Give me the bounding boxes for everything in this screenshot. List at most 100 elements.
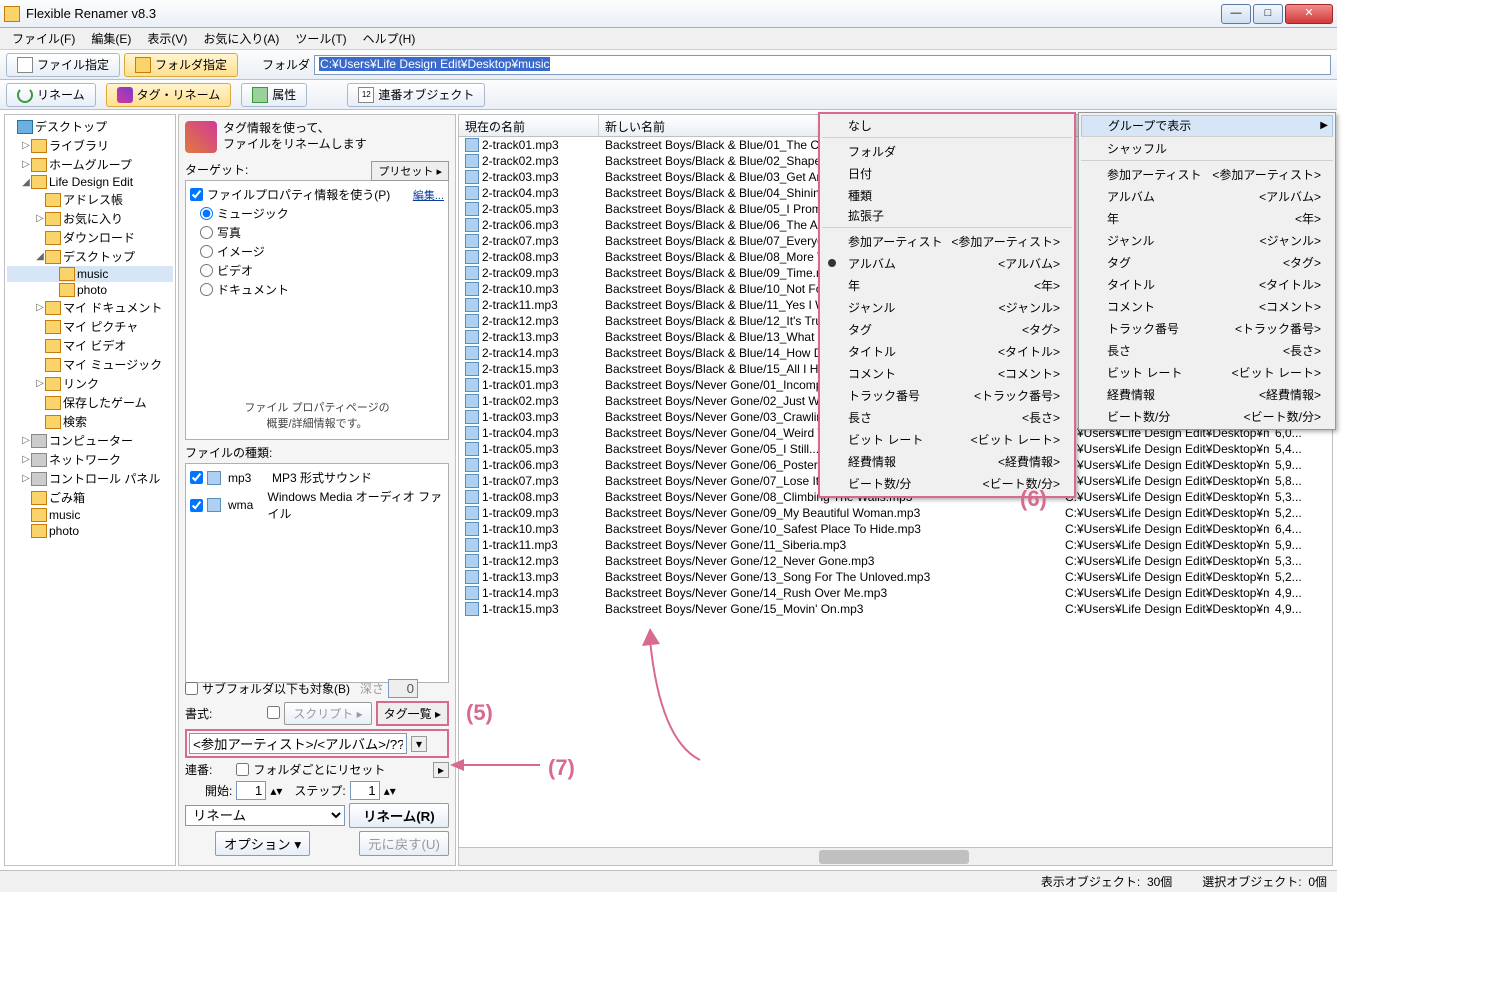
subfolder-checkbox[interactable] [185, 682, 198, 695]
depth-input[interactable] [388, 679, 418, 698]
tree-item[interactable]: ▷コントロール パネル [7, 469, 173, 488]
menu-file[interactable]: ファイル(F) [4, 28, 83, 49]
context-menu-group[interactable]: なしフォルダ日付種類拡張子参加アーティスト<参加アーティスト>アルバム<アルバム… [818, 112, 1076, 498]
tree-item[interactable]: ◢デスクトップ [7, 247, 173, 266]
rename-mode-button[interactable]: リネーム [6, 83, 96, 107]
tree-item[interactable]: ▷コンピューター [7, 431, 173, 450]
folder-spec-button[interactable]: フォルダ指定 [124, 53, 238, 77]
tree-item[interactable]: photo [7, 282, 173, 298]
menu-item[interactable]: ビット レート<ビット レート> [1081, 361, 1333, 383]
menu-view[interactable]: 表示(V) [139, 28, 195, 49]
menu-item[interactable]: 経費情報<経費情報> [1081, 383, 1333, 405]
folder-tree[interactable]: デスクトップ▷ライブラリ▷ホームグループ◢Life Design Editアドレ… [4, 114, 176, 866]
target-radio[interactable] [200, 264, 213, 277]
filetype-checkbox[interactable] [190, 499, 203, 512]
script-button[interactable]: スクリプト ▸ [284, 702, 371, 725]
menu-tool[interactable]: ツール(T) [287, 28, 354, 49]
menu-item[interactable]: 参加アーティスト<参加アーティスト> [1081, 163, 1333, 185]
menu-item[interactable]: 参加アーティスト<参加アーティスト> [822, 230, 1072, 252]
context-submenu-group[interactable]: グループで表示▶シャッフル参加アーティスト<参加アーティスト>アルバム<アルバム… [1078, 112, 1336, 430]
tree-item[interactable]: ▷ライブラリ [7, 136, 173, 155]
tree-item[interactable]: ▷ホームグループ [7, 155, 173, 174]
menu-item[interactable]: シャッフル [1081, 139, 1333, 161]
undo-button[interactable]: 元に戻す(U) [359, 831, 449, 856]
tree-item[interactable]: デスクトップ [7, 117, 173, 136]
file-row[interactable]: 1-track10.mp3Backstreet Boys/Never Gone/… [459, 521, 1332, 537]
menu-item[interactable]: 年<年> [1081, 207, 1333, 229]
preset-button[interactable]: プリセット ▸ [371, 161, 449, 181]
tree-item[interactable]: 保存したゲーム [7, 393, 173, 412]
menu-item[interactable]: ジャンル<ジャンル> [822, 296, 1072, 318]
rename-button[interactable]: リネーム(R) [349, 803, 449, 828]
menu-item[interactable]: トラック番号<トラック番号> [822, 384, 1072, 406]
tree-item[interactable]: アドレス帳 [7, 190, 173, 209]
rename-mode-select[interactable]: リネーム [185, 805, 345, 826]
menu-item[interactable]: フォルダ [822, 140, 1072, 162]
target-radio[interactable] [200, 245, 213, 258]
menu-item[interactable]: タイトル<タイトル> [1081, 273, 1333, 295]
tree-item[interactable]: ▷お気に入り [7, 209, 173, 228]
file-row[interactable]: 1-track14.mp3Backstreet Boys/Never Gone/… [459, 585, 1332, 601]
format-input[interactable] [189, 733, 407, 754]
target-radio[interactable] [200, 226, 213, 239]
target-radio[interactable] [200, 283, 213, 296]
folder-path-input[interactable]: C:¥Users¥Life Design Edit¥Desktop¥music [314, 55, 1331, 75]
file-row[interactable]: 1-track11.mp3Backstreet Boys/Never Gone/… [459, 537, 1332, 553]
attr-mode-button[interactable]: 属性 [241, 83, 307, 107]
menu-item[interactable]: 経費情報<経費情報> [822, 450, 1072, 472]
seq-obj-button[interactable]: 12連番オブジェクト [347, 83, 485, 107]
maximize-button[interactable]: □ [1253, 4, 1283, 24]
tag-list-button[interactable]: タグ一覧 ▸ [376, 701, 449, 726]
tree-item[interactable]: music [7, 266, 173, 282]
file-row[interactable]: 1-track13.mp3Backstreet Boys/Never Gone/… [459, 569, 1332, 585]
step-input[interactable] [350, 781, 380, 800]
format-dropdown-button[interactable]: ▾ [411, 736, 427, 752]
menu-item[interactable]: ジャンル<ジャンル> [1081, 229, 1333, 251]
menu-item[interactable]: タグ<タグ> [822, 318, 1072, 340]
tree-item[interactable]: マイ ビデオ [7, 336, 173, 355]
file-row[interactable]: 1-track09.mp3Backstreet Boys/Never Gone/… [459, 505, 1332, 521]
tree-item[interactable]: マイ ミュージック [7, 355, 173, 374]
close-button[interactable]: ✕ [1285, 4, 1333, 24]
menu-item[interactable]: アルバム<アルバム> [822, 252, 1072, 274]
tree-item[interactable]: music [7, 507, 173, 523]
menu-item[interactable]: 長さ<長さ> [822, 406, 1072, 428]
menu-item[interactable]: ビート数/分<ビート数/分> [1081, 405, 1333, 427]
edit-link[interactable]: 編集... [413, 187, 444, 203]
menu-item[interactable]: タイトル<タイトル> [822, 340, 1072, 362]
menu-item[interactable]: 種類 [822, 184, 1072, 206]
seq-more-button[interactable]: ▸ [433, 762, 449, 778]
menu-help[interactable]: ヘルプ(H) [355, 28, 424, 49]
menu-item[interactable]: ビート数/分<ビート数/分> [822, 472, 1072, 494]
menu-item[interactable]: ビット レート<ビット レート> [822, 428, 1072, 450]
col-current-name[interactable]: 現在の名前 [459, 115, 599, 136]
tree-item[interactable]: ▷ネットワーク [7, 450, 173, 469]
reset-per-folder-checkbox[interactable] [236, 763, 249, 776]
use-file-property-checkbox[interactable] [190, 188, 203, 201]
menu-item[interactable]: 長さ<長さ> [1081, 339, 1333, 361]
tag-rename-mode-button[interactable]: タグ・リネーム [106, 83, 232, 107]
menu-item[interactable]: コメント<コメント> [1081, 295, 1333, 317]
tree-item[interactable]: マイ ピクチャ [7, 317, 173, 336]
option-button[interactable]: オプション ▾ [215, 831, 310, 856]
filetype-checkbox[interactable] [190, 471, 203, 484]
tree-item[interactable]: ダウンロード [7, 228, 173, 247]
filetype-list[interactable]: mp3MP3 形式サウンドwmaWindows Media オーディオ ファイル [185, 463, 449, 683]
target-radio[interactable] [200, 207, 213, 220]
file-spec-button[interactable]: ファイル指定 [6, 53, 120, 77]
file-row[interactable]: 1-track12.mp3Backstreet Boys/Never Gone/… [459, 553, 1332, 569]
tree-item[interactable]: ▷リンク [7, 374, 173, 393]
menu-item[interactable]: なし [822, 116, 1072, 138]
menu-item[interactable]: 日付 [822, 162, 1072, 184]
menu-item[interactable]: コメント<コメント> [822, 362, 1072, 384]
menu-edit[interactable]: 編集(E) [83, 28, 139, 49]
menu-favorites[interactable]: お気に入り(A) [195, 28, 287, 49]
tree-item[interactable]: 検索 [7, 412, 173, 431]
tree-item[interactable]: ◢Life Design Edit [7, 174, 173, 190]
tree-item[interactable]: ▷マイ ドキュメント [7, 298, 173, 317]
file-row[interactable]: 1-track15.mp3Backstreet Boys/Never Gone/… [459, 601, 1332, 617]
minimize-button[interactable]: — [1221, 4, 1251, 24]
horizontal-scrollbar[interactable] [459, 847, 1332, 865]
menu-item[interactable]: アルバム<アルバム> [1081, 185, 1333, 207]
tree-item[interactable]: ごみ箱 [7, 488, 173, 507]
